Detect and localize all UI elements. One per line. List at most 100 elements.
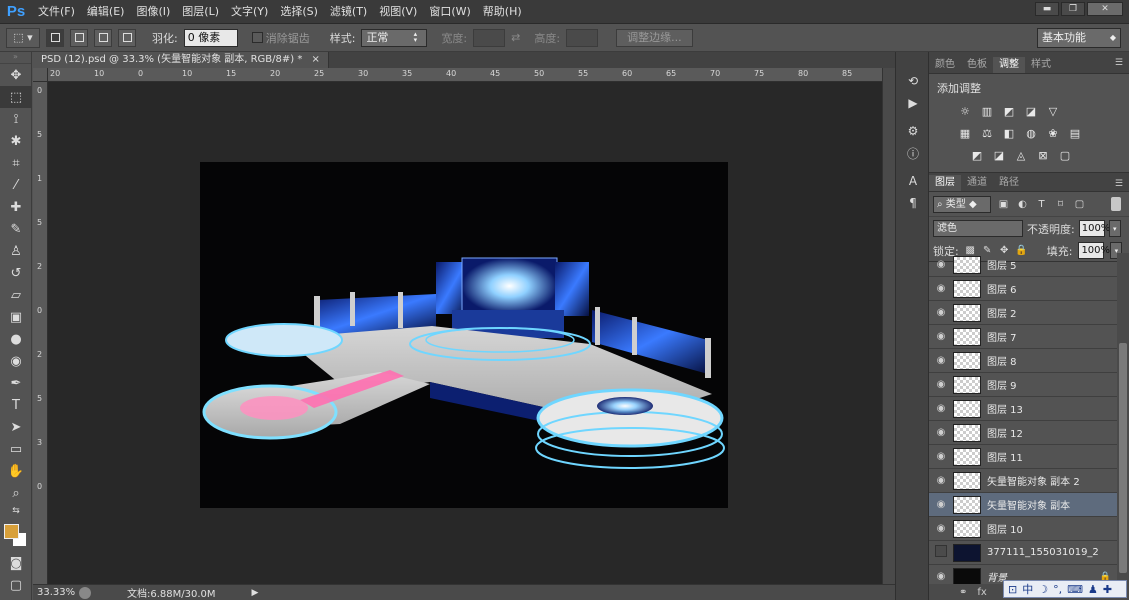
color-lookup-icon[interactable]: ▤ [1067, 125, 1083, 141]
filter-pixel-icon[interactable]: ▣ [997, 198, 1010, 211]
visibility-eye-icon[interactable]: ◉ [929, 259, 953, 270]
menu-file[interactable]: 文件(F) [32, 0, 81, 24]
visibility-eye-icon[interactable]: ◉ [929, 523, 953, 534]
layers-scrollbar[interactable] [1117, 253, 1129, 584]
tab-styles[interactable]: 样式 [1025, 57, 1057, 73]
width-input[interactable] [473, 28, 506, 47]
stage-render-image[interactable] [200, 162, 728, 508]
hand-tool-icon[interactable]: ✋ [0, 460, 32, 482]
menu-edit[interactable]: 编辑(E) [81, 0, 131, 24]
layer-row[interactable]: ◉ 图层 12 [929, 421, 1117, 445]
style-select[interactable]: 正常 [361, 28, 428, 47]
tab-channels[interactable]: 通道 [961, 175, 993, 191]
magic-wand-tool-icon[interactable]: ✱ [0, 130, 32, 152]
layer-row[interactable]: ◉ 图层 11 [929, 445, 1117, 469]
ime-logo-icon[interactable]: ⊡ [1008, 583, 1017, 596]
layer-row[interactable]: ◉ 图层 9 [929, 373, 1117, 397]
ime-punct-icon[interactable]: °, [1053, 583, 1062, 596]
menu-image[interactable]: 图像(I) [130, 0, 176, 24]
properties-panel-icon[interactable]: ⚙ [896, 120, 930, 142]
gradient-tool-icon[interactable]: ▣ [0, 306, 32, 328]
blur-tool-icon[interactable]: ● [0, 328, 32, 350]
close-tab-icon[interactable]: × [312, 54, 320, 65]
posterize-icon[interactable]: ◪ [991, 147, 1007, 163]
blend-mode-select[interactable]: 滤色 [933, 220, 1023, 237]
filter-shape-icon[interactable]: ⌑ [1054, 198, 1067, 211]
menu-type[interactable]: 文字(Y) [225, 0, 274, 24]
menu-select[interactable]: 选择(S) [274, 0, 324, 24]
link-layers-icon[interactable]: ⚭ [959, 587, 967, 598]
marquee-tool-icon[interactable]: ⬚ [0, 86, 32, 108]
feather-input[interactable]: 0 像素 [183, 28, 238, 47]
menu-filter[interactable]: 滤镜(T) [324, 0, 373, 24]
ime-person-icon[interactable]: ♟ [1088, 583, 1098, 596]
shape-tool-icon[interactable]: ▭ [0, 438, 32, 460]
threshold-icon[interactable]: ◬ [1013, 147, 1029, 163]
visibility-eye-icon[interactable]: ◉ [929, 307, 953, 318]
move-tool-icon[interactable]: ✥ [0, 64, 32, 86]
visibility-eye-icon[interactable]: ◉ [929, 355, 953, 366]
canvas-vertical-scrollbar[interactable] [882, 68, 895, 584]
dodge-tool-icon[interactable]: ◉ [0, 350, 32, 372]
swap-icon[interactable]: ⇄ [511, 31, 520, 44]
tab-paths[interactable]: 路径 [993, 175, 1025, 191]
brush-tool-icon[interactable]: ✎ [0, 218, 32, 240]
swap-colors-icon[interactable]: ⇆ [0, 504, 32, 518]
visibility-eye-icon[interactable]: ◉ [929, 403, 953, 414]
minimize-button[interactable]: ▬ [1035, 2, 1059, 16]
restore-button[interactable]: ❐ [1061, 2, 1085, 16]
clone-stamp-tool-icon[interactable]: ♙ [0, 240, 32, 262]
actions-panel-icon[interactable]: ▶ [896, 92, 930, 114]
filter-toggle-switch[interactable] [1111, 197, 1121, 211]
visibility-eye-icon[interactable]: ◉ [929, 451, 953, 462]
tab-adjustments[interactable]: 调整 [993, 57, 1025, 73]
ime-tools-icon[interactable]: ✚ [1103, 583, 1112, 596]
eraser-tool-icon[interactable]: ▱ [0, 284, 32, 306]
layer-row[interactable]: ◉ 图层 5 [929, 253, 1117, 277]
filter-adjustment-icon[interactable]: ◐ [1016, 198, 1029, 211]
info-panel-icon[interactable]: ⓘ [896, 142, 930, 164]
menu-window[interactable]: 窗口(W) [423, 0, 476, 24]
visibility-off-icon[interactable] [929, 545, 953, 560]
layer-row[interactable]: ◉ 图层 6 [929, 277, 1117, 301]
ime-moon-icon[interactable]: ☽ [1038, 583, 1048, 596]
photo-filter-icon[interactable]: ◍ [1023, 125, 1039, 141]
tool-preset-picker[interactable]: ⬚ ▾ [6, 27, 40, 48]
menu-help[interactable]: 帮助(H) [477, 0, 528, 24]
document-tab[interactable]: PSD (12).psd @ 33.3% (矢量智能对象 副本, RGB/8#)… [33, 52, 329, 68]
pen-tool-icon[interactable]: ✒ [0, 372, 32, 394]
quick-mask-icon[interactable]: ◙ [0, 552, 32, 574]
zoom-tool-icon[interactable]: ⌕ [0, 482, 32, 504]
invert-icon[interactable]: ◩ [969, 147, 985, 163]
menu-view[interactable]: 视图(V) [373, 0, 423, 24]
exposure-icon[interactable]: ◪ [1023, 103, 1039, 119]
layer-row[interactable]: ◉ 图层 8 [929, 349, 1117, 373]
tab-swatches[interactable]: 色板 [961, 57, 993, 73]
menu-layer[interactable]: 图层(L) [176, 0, 225, 24]
visibility-eye-icon[interactable]: ◉ [929, 571, 953, 582]
lasso-tool-icon[interactable]: ⟟ [0, 108, 32, 130]
visibility-eye-icon[interactable]: ◉ [929, 499, 953, 510]
tab-color[interactable]: 颜色 [929, 57, 961, 73]
layer-row[interactable]: 377111_155031019_2 [929, 541, 1117, 565]
eyedropper-tool-icon[interactable]: ⁄ [0, 174, 32, 196]
add-selection-button[interactable] [70, 28, 88, 47]
opacity-dropdown-icon[interactable]: ▾ [1108, 220, 1121, 237]
visibility-eye-icon[interactable]: ◉ [929, 331, 953, 342]
character-panel-icon[interactable]: A [896, 170, 930, 192]
opacity-input[interactable]: 100% [1078, 220, 1110, 237]
layer-row[interactable]: ◉ 图层 2 [929, 301, 1117, 325]
filter-type-icon[interactable]: T [1035, 198, 1048, 211]
paragraph-panel-icon[interactable]: ¶ [896, 192, 930, 214]
tab-layers[interactable]: 图层 [929, 175, 961, 191]
layer-filter-select[interactable]: ⌕ 类型 ◆ [933, 195, 991, 213]
canvas-area[interactable] [48, 82, 882, 584]
status-menu-arrow-icon[interactable]: ▶ [252, 588, 259, 598]
path-selection-tool-icon[interactable]: ➤ [0, 416, 32, 438]
zoom-level[interactable]: 33.33% [33, 587, 75, 598]
layer-row[interactable]: ◉ 图层 7 [929, 325, 1117, 349]
filter-smart-icon[interactable]: ▢ [1073, 198, 1086, 211]
panel-menu-icon[interactable]: ☰ [1115, 58, 1123, 68]
brightness-icon[interactable]: ☼ [957, 103, 973, 119]
vertical-ruler[interactable]: 0 5 1 5 2 0 2 5 3 0 [33, 82, 48, 584]
